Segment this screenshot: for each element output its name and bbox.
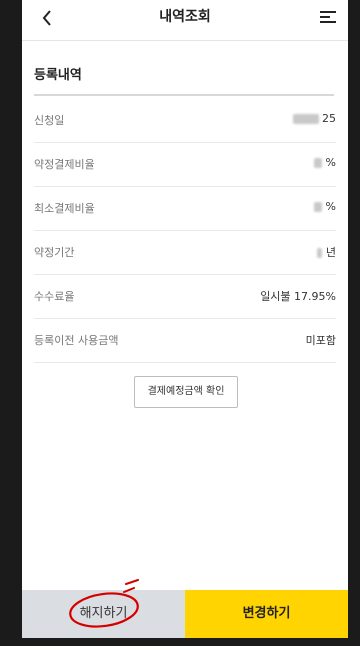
app-screen: 내역조회 등록내역 신청일 25 약정결제비율 % 최소결제비율 % 약정기간 … bbox=[22, 0, 348, 638]
device-frame: 내역조회 등록내역 신청일 25 약정결제비율 % 최소결제비율 % 약정기간 … bbox=[0, 0, 360, 646]
bottom-action-bar: 해지하기 변경하기 bbox=[22, 590, 348, 638]
section-divider bbox=[34, 94, 334, 96]
section-title: 등록내역 bbox=[34, 68, 82, 83]
redacted-mask bbox=[292, 114, 319, 124]
row-agreed-payment-ratio: 약정결제비율 % bbox=[34, 142, 336, 187]
redacted-mask bbox=[314, 158, 323, 168]
row-agreement-period: 약정기간 년 bbox=[34, 230, 336, 275]
row-application-date: 신청일 25 bbox=[34, 98, 336, 143]
redacted-mask bbox=[317, 248, 323, 258]
change-button[interactable]: 변경하기 bbox=[185, 590, 348, 638]
row-value: 년 bbox=[317, 244, 336, 260]
row-value: 일시불 17.95% bbox=[260, 290, 336, 303]
row-label: 약정기간 bbox=[34, 246, 75, 259]
row-pre-registration-usage: 등록이전 사용금액 미포함 bbox=[34, 318, 336, 363]
row-min-payment-ratio: 최소결제비율 % bbox=[34, 186, 336, 231]
row-fee-rate: 수수료율 일시불 17.95% bbox=[34, 274, 336, 319]
redacted-mask bbox=[314, 202, 323, 212]
row-label: 수수료율 bbox=[34, 290, 75, 303]
row-label: 최소결제비율 bbox=[34, 202, 95, 215]
page-title: 내역조회 bbox=[159, 9, 211, 25]
check-expected-payment-button[interactable]: 결제예정금액 확인 bbox=[134, 376, 238, 408]
menu-icon[interactable] bbox=[320, 10, 336, 24]
cancel-subscription-button[interactable]: 해지하기 bbox=[22, 590, 185, 638]
row-label: 등록이전 사용금액 bbox=[34, 334, 119, 347]
top-bar: 내역조회 bbox=[22, 0, 348, 41]
row-value: % bbox=[314, 156, 336, 169]
row-label: 신청일 bbox=[34, 114, 65, 127]
row-value: % bbox=[314, 200, 336, 213]
row-value: 미포함 bbox=[305, 334, 336, 347]
row-label: 약정결제비율 bbox=[34, 158, 95, 171]
row-value: 25 bbox=[292, 112, 336, 125]
